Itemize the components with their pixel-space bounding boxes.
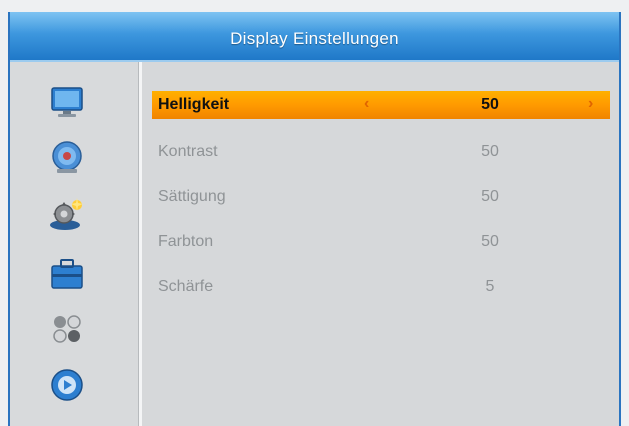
setting-label: Schärfe bbox=[158, 278, 214, 295]
settings-gear-icon[interactable] bbox=[49, 197, 85, 231]
setting-row-kontrast[interactable]: Kontrast 50 bbox=[152, 138, 610, 166]
settings-window: Display Einstellungen Helligkeit ‹ 50 › … bbox=[8, 12, 621, 426]
setting-value: 50 bbox=[481, 143, 499, 160]
setting-label: Farbton bbox=[158, 233, 214, 250]
setting-row-farbton[interactable]: Farbton 50 bbox=[152, 228, 610, 256]
setting-row-saettigung[interactable]: Sättigung 50 bbox=[152, 183, 610, 211]
window-title: Display Einstellungen bbox=[230, 29, 399, 48]
setting-value: 50 bbox=[481, 96, 499, 113]
media-disc-icon[interactable] bbox=[49, 368, 85, 402]
setting-value: 5 bbox=[485, 278, 495, 295]
setting-label: Kontrast bbox=[158, 143, 218, 160]
title-bar: Display Einstellungen bbox=[10, 12, 619, 62]
screen: Display Einstellungen Helligkeit ‹ 50 › … bbox=[0, 0, 629, 426]
setting-row-helligkeit[interactable]: Helligkeit ‹ 50 › bbox=[152, 91, 610, 119]
sidebar bbox=[10, 62, 138, 426]
arrow-left-icon[interactable]: ‹ bbox=[364, 95, 369, 113]
setting-row-schaerfe[interactable]: Schärfe 5 bbox=[152, 273, 610, 301]
tv-monitor-icon[interactable] bbox=[49, 85, 85, 119]
setting-label: Helligkeit bbox=[158, 96, 230, 113]
setting-label: Sättigung bbox=[158, 188, 226, 205]
settings-list: Helligkeit ‹ 50 › Kontrast 50 Sättigung … bbox=[142, 62, 619, 426]
arrow-right-icon[interactable]: › bbox=[588, 95, 593, 113]
setting-value: 50 bbox=[481, 233, 499, 250]
satellite-dish-icon[interactable] bbox=[49, 140, 85, 174]
setting-value: 50 bbox=[481, 188, 499, 205]
games-icon[interactable] bbox=[49, 312, 85, 346]
toolbox-icon[interactable] bbox=[49, 257, 85, 291]
